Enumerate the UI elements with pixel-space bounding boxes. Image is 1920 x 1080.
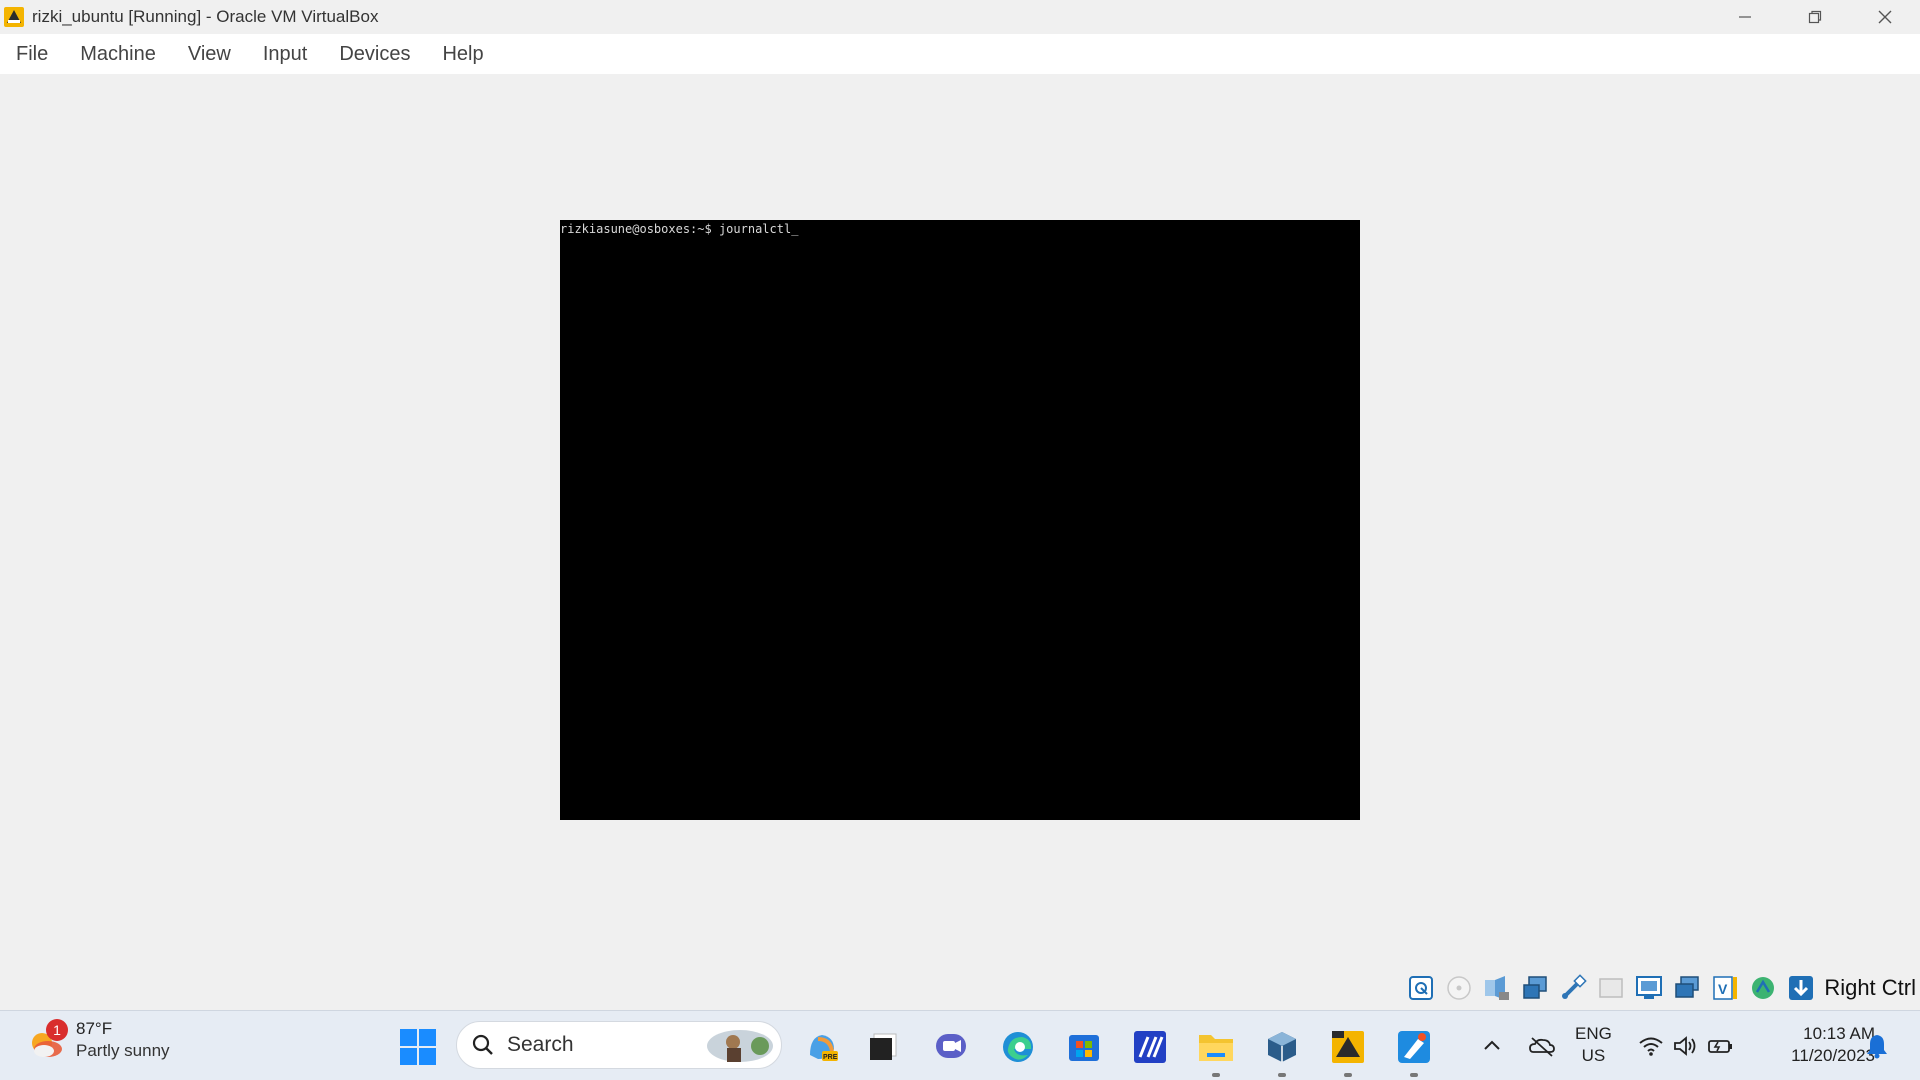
partly-sunny-icon: 1: [26, 1019, 68, 1061]
taskbar: 1 87°F Partly sunny Search PRE ENG US 10…: [0, 1010, 1920, 1080]
title-bar: rizki_ubuntu [Running] - Oracle VM Virtu…: [0, 0, 1920, 34]
system-tray: [1480, 1011, 1556, 1080]
virtualbox-manager-app[interactable]: [1260, 1025, 1304, 1077]
minimize-button[interactable]: [1710, 0, 1780, 34]
optical-drive-icon[interactable]: [1444, 973, 1474, 1003]
display-icon[interactable]: [1634, 973, 1664, 1003]
store-app[interactable]: [1062, 1025, 1106, 1069]
vm-console[interactable]: rizkiasune@osboxes:~$ journalctl_: [560, 220, 1360, 820]
virtualbox-vm-app[interactable]: [1326, 1025, 1370, 1077]
menu-bar: File Machine View Input Devices Help: [0, 34, 1920, 74]
chevron-up-icon[interactable]: [1480, 1034, 1504, 1058]
task-view-app[interactable]: [861, 1025, 905, 1069]
virtualbox-app-icon: [4, 7, 24, 27]
window-controls: [1710, 0, 1920, 34]
paint-app[interactable]: [1392, 1025, 1436, 1077]
menu-devices[interactable]: Devices: [339, 43, 410, 66]
mouse-integration-icon[interactable]: [1748, 973, 1778, 1003]
svg-text:V: V: [1718, 981, 1728, 997]
menu-input[interactable]: Input: [263, 43, 307, 66]
weather-description: Partly sunny: [76, 1041, 170, 1060]
dev-tool-app[interactable]: [1128, 1025, 1172, 1069]
search-label: Search: [507, 1033, 574, 1056]
edge-icon: [1003, 1032, 1033, 1062]
onedrive-offline-icon[interactable]: [1528, 1034, 1556, 1058]
edge-app[interactable]: [996, 1025, 1040, 1069]
task-view-icon: [870, 1033, 897, 1060]
menu-file[interactable]: File: [16, 43, 48, 66]
file-explorer-app[interactable]: [1194, 1025, 1238, 1077]
host-key-label[interactable]: Right Ctrl: [1824, 975, 1916, 1001]
clock[interactable]: 10:13 AM 11/20/2023: [1760, 1023, 1875, 1067]
copilot-app[interactable]: PRE: [800, 1025, 844, 1069]
weather-badge: 1: [46, 1019, 68, 1041]
language-primary: ENG: [1575, 1024, 1612, 1043]
weather-widget[interactable]: 1 87°F Partly sunny: [26, 1019, 170, 1061]
wifi-icon: [1639, 1037, 1663, 1056]
windows-logo-icon: [400, 1029, 436, 1065]
menu-help[interactable]: Help: [442, 43, 483, 66]
paint-icon: [1398, 1031, 1430, 1063]
clock-time: 10:13 AM: [1803, 1024, 1875, 1043]
search-icon: [472, 1034, 493, 1055]
menu-view[interactable]: View: [188, 43, 231, 66]
virtualbox-icon: [1268, 1032, 1296, 1062]
vm-display-area: rizkiasune@osboxes:~$ journalctl_: [0, 74, 1920, 1009]
virtualization-icon[interactable]: V: [1710, 973, 1740, 1003]
usb-icon[interactable]: [1558, 973, 1588, 1003]
language-secondary: US: [1581, 1046, 1606, 1065]
network-icon[interactable]: [1520, 973, 1550, 1003]
clock-date: 11/20/2023: [1791, 1046, 1875, 1065]
file-explorer-icon: [1199, 1035, 1233, 1061]
running-indicator: [1278, 1073, 1286, 1077]
chat-app[interactable]: [929, 1025, 973, 1069]
console-prompt-line: rizkiasune@osboxes:~$ journalctl_: [560, 222, 799, 236]
close-button[interactable]: [1850, 0, 1920, 34]
store-icon: [1069, 1035, 1099, 1061]
recording-icon[interactable]: [1672, 973, 1702, 1003]
vs-code-like-icon: [1134, 1031, 1166, 1063]
weather-temperature: 87°F: [76, 1019, 113, 1038]
minimize-icon: [1739, 16, 1751, 18]
start-button[interactable]: [398, 1027, 438, 1067]
chat-icon: [936, 1034, 966, 1058]
svg-text:PRE: PRE: [823, 1054, 838, 1061]
language-indicator[interactable]: ENG US: [1575, 1023, 1612, 1067]
vm-status-bar: V Right Ctrl: [1398, 966, 1920, 1010]
notification-bell-icon[interactable]: [1865, 1033, 1889, 1059]
virtualbox-vm-icon: [1332, 1031, 1364, 1063]
copilot-icon: PRE: [810, 1035, 838, 1061]
close-icon: [1878, 10, 1892, 24]
quick-settings[interactable]: [1638, 1011, 1734, 1080]
menu-machine[interactable]: Machine: [80, 43, 156, 66]
running-indicator: [1212, 1073, 1220, 1077]
search-highlight-art-icon: [707, 1030, 773, 1062]
battery-charging-icon: [1708, 1040, 1732, 1053]
audio-icon[interactable]: [1482, 973, 1512, 1003]
volume-icon: [1674, 1036, 1696, 1056]
window-title: rizki_ubuntu [Running] - Oracle VM Virtu…: [32, 7, 379, 26]
download-icon[interactable]: [1786, 973, 1816, 1003]
restore-button[interactable]: [1780, 0, 1850, 34]
taskbar-search[interactable]: Search: [456, 1021, 782, 1069]
shared-folders-icon[interactable]: [1596, 973, 1626, 1003]
hard-disk-icon[interactable]: [1406, 973, 1436, 1003]
restore-icon: [1808, 10, 1822, 24]
running-indicator: [1410, 1073, 1418, 1077]
running-indicator: [1344, 1073, 1352, 1077]
